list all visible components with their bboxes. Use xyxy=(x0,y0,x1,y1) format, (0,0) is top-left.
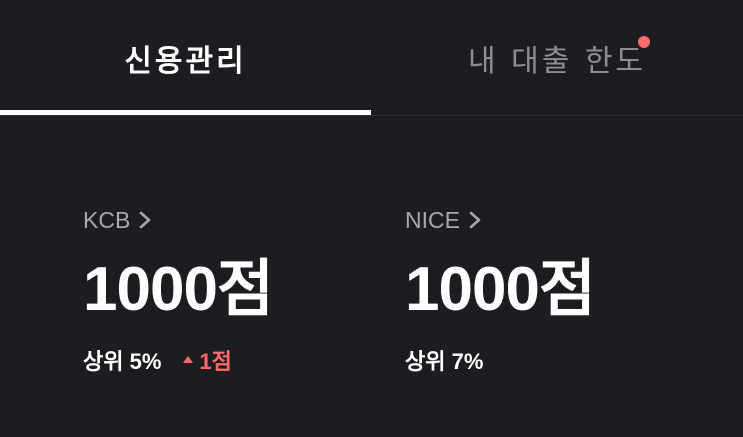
notification-dot-icon xyxy=(638,36,650,48)
kcb-score-value: 1000점 xyxy=(83,255,274,324)
nice-score-meta: 상위 7% xyxy=(405,344,595,376)
nice-bureau-label: NICE xyxy=(405,206,460,233)
kcb-bureau-link[interactable]: KCB xyxy=(83,200,273,240)
kcb-score-card: KCB 1000점 상위 5% 1점 xyxy=(83,200,274,376)
kcb-score-meta: 상위 5% 1점 xyxy=(83,344,273,376)
kcb-score-change: 1점 xyxy=(183,344,232,376)
tab-credit-management[interactable]: 신용관리 xyxy=(0,0,371,116)
tab-divider xyxy=(0,115,743,116)
tab-bar: 신용관리 내 대출 한도 xyxy=(0,0,743,116)
nice-bureau-link[interactable]: NICE xyxy=(405,200,595,240)
nice-rank-text: 상위 7% xyxy=(405,349,484,374)
tab-loan-limit[interactable]: 내 대출 한도 xyxy=(371,0,743,116)
kcb-rank-text: 상위 5% xyxy=(83,349,162,374)
nice-score-card: NICE 1000점 상위 7% xyxy=(405,200,596,376)
kcb-bureau-label: KCB xyxy=(83,206,131,233)
tab-credit-management-label: 신용관리 xyxy=(124,44,247,79)
chevron-right-icon xyxy=(139,211,151,229)
chevron-right-icon xyxy=(469,211,481,229)
nice-score-value: 1000점 xyxy=(405,255,596,324)
kcb-score-change-value: 1점 xyxy=(199,349,232,374)
tab-loan-limit-label: 내 대출 한도 xyxy=(467,44,647,79)
triangle-up-icon xyxy=(183,355,194,363)
